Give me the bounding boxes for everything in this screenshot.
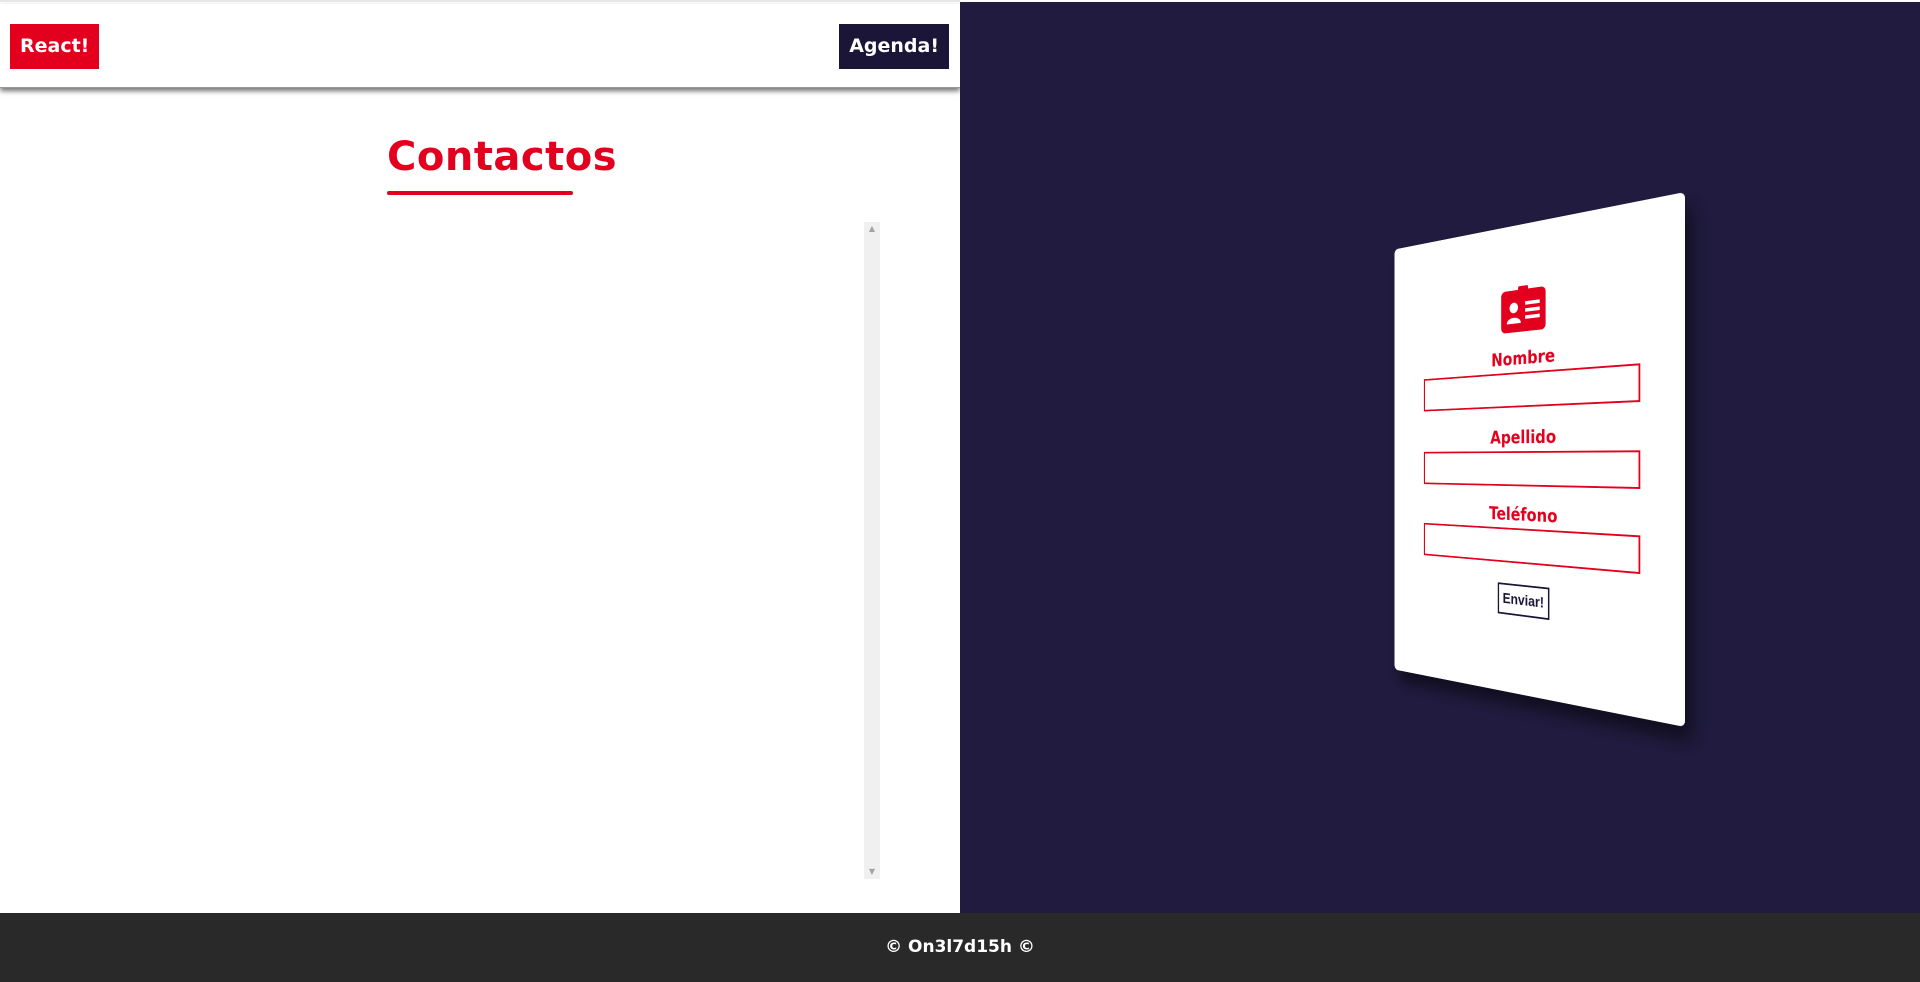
brand-button[interactable]: React! [10,24,100,69]
contacts-panel: React! Agenda! Contactos ▲ ▼ [0,0,960,913]
form-scene: Nombre Apellido Teléfono Enviar! [1285,192,1685,727]
apellido-input[interactable] [1423,450,1641,489]
title-underline [387,191,573,195]
apellido-label: Apellido [1490,425,1557,448]
page-title: Contactos [387,134,618,180]
id-card-icon [1501,284,1546,334]
navbar: React! Agenda! [0,4,960,88]
submit-button[interactable]: Enviar! [1497,582,1550,621]
scroll-up-arrow-icon[interactable]: ▲ [864,222,880,236]
scroll-down-arrow-icon[interactable]: ▼ [864,865,880,879]
footer: © On3l7d15h © [0,913,1920,982]
agenda-button[interactable]: Agenda! [839,24,949,69]
contact-form-card: Nombre Apellido Teléfono Enviar! [1394,192,1685,727]
telefono-input[interactable] [1423,522,1641,575]
form-panel: Nombre Apellido Teléfono Enviar! [960,2,1920,913]
contacts-scrollbar[interactable]: ▲ ▼ [864,222,880,879]
